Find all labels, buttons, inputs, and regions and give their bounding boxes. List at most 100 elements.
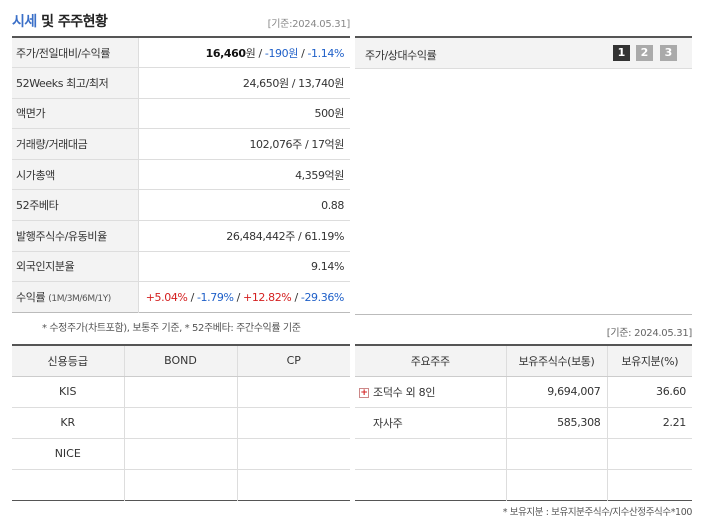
summary-label: 액면가 [12, 98, 139, 130]
chart-panel-title: 주가/상대수익률 [365, 49, 437, 62]
holder-name [355, 469, 507, 500]
table-row: NICE [12, 438, 350, 470]
section-title-rest: 및 주주현황 [36, 14, 108, 30]
holder-pct: 2.21 [607, 407, 692, 439]
summary-row: 발행주식수/유동비율 26,484,442주 / 61.19% [12, 220, 350, 252]
credit-agency: KR [12, 407, 125, 439]
section-title: 시세 및 주주현황 [12, 11, 108, 31]
credit-agency: KIS [12, 376, 125, 408]
credit-cp [237, 376, 350, 408]
daily-change-pct: -1.14% [307, 46, 344, 60]
return-1m: +5.04% [145, 290, 188, 304]
price-change-value: 16,460원 / -190원 / -1.14% [138, 37, 350, 69]
section-title-accent: 시세 [12, 14, 37, 30]
summary-label: 52Weeks 최고/최저 [12, 67, 139, 99]
credit-bond [124, 438, 238, 470]
summary-label: 외국인지분율 [12, 251, 139, 283]
separator: / [187, 290, 197, 304]
summary-row: 액면가 500원 [12, 98, 350, 130]
credit-cp [237, 469, 350, 500]
holder-pct: 36.60 [607, 376, 692, 408]
credit-agency: NICE [12, 438, 125, 470]
holders-header: 주요주주 [355, 345, 507, 377]
holders-base-date: [기준: 2024.05.31] [606, 328, 693, 339]
table-row: + 조덕수 외 8인 9,694,007 36.60 [355, 376, 692, 408]
holders-header: 보유지분(%) [607, 345, 692, 377]
chart-page-3-button[interactable]: 3 [660, 45, 677, 61]
holders-header-row: 주요주주 보유주식수(보통) 보유지분(%) [355, 345, 692, 377]
credit-bond [124, 469, 238, 500]
holder-shares [506, 438, 608, 470]
summary-row: 외국인지분율 9.14% [12, 251, 350, 283]
holder-pct [607, 469, 692, 500]
table-row [355, 438, 692, 470]
credit-cp [237, 438, 350, 470]
credit-bond [124, 407, 238, 439]
summary-label: 발행주식수/유동비율 [12, 220, 139, 252]
summary-value: 24,650원 / 13,740원 [138, 67, 350, 99]
return-3m: -1.79% [196, 290, 234, 304]
credit-bond [124, 376, 238, 408]
credit-header: BOND [124, 345, 238, 377]
summary-label: 시가총액 [12, 159, 139, 191]
returns-label: 수익률 [16, 291, 46, 305]
table-row: KR [12, 407, 350, 439]
summary-footnote: * 수정주가(차트포함), 보통주 기준, * 52주베타: 주간수익률 기준 [42, 323, 301, 334]
summary-row: 수익률 (1M/3M/6M/1Y) +5.04% / -1.79% / +12.… [12, 281, 350, 313]
summary-value: 102,076주 / 17억원 [138, 128, 350, 160]
holder-name [355, 438, 507, 470]
expand-plus-icon[interactable]: + [359, 387, 369, 398]
summary-value: 4,359억원 [138, 159, 350, 191]
table-row: 자사주 585,308 2.21 [355, 407, 692, 439]
summary-row: 시가총액 4,359억원 [12, 159, 350, 191]
chart-page-1-button[interactable]: 1 [613, 45, 630, 61]
summary-row: 52주베타 0.88 [12, 189, 350, 222]
separator: / [255, 46, 265, 60]
chart-panel: 주가/상대수익률 1 2 3 [355, 36, 692, 315]
separator: / [233, 290, 243, 304]
holder-name-cell: + 조덕수 외 8인 [355, 376, 507, 408]
summary-label: 52주베타 [12, 189, 139, 222]
summary-value: 26,484,442주 / 61.19% [138, 220, 350, 252]
base-date: [기준:2024.05.31] [267, 19, 351, 30]
returns-periods: (1M/3M/6M/1Y) [48, 294, 111, 305]
credit-rating-table: 신용등급 BOND CP KIS KR NICE [12, 344, 350, 501]
holders-header: 보유주식수(보통) [506, 345, 608, 377]
table-row [355, 469, 692, 500]
returns-value: +5.04% / -1.79% / +12.82% / -29.36% [138, 282, 350, 313]
summary-label: 수익률 (1M/3M/6M/1Y) [12, 281, 139, 313]
price-summary-table: 주가/전일대비/수익률 16,460원 / -190원 / -1.14% 52W… [12, 36, 350, 313]
chart-panel-header: 주가/상대수익률 1 2 3 [355, 38, 692, 69]
summary-row: 거래량/거래대금 102,076주 / 17억원 [12, 128, 350, 160]
table-row: KIS [12, 376, 350, 408]
separator: / [291, 290, 301, 304]
summary-value: 500원 [138, 98, 350, 130]
summary-label: 주가/전일대비/수익률 [12, 37, 139, 69]
return-1y: -29.36% [300, 290, 345, 304]
holder-name: 자사주 [355, 407, 507, 439]
summary-value: 0.88 [138, 189, 350, 222]
chart-page-2-button[interactable]: 2 [636, 45, 653, 61]
credit-header: 신용등급 [12, 345, 125, 377]
table-row [12, 469, 350, 500]
credit-cp [237, 407, 350, 439]
return-6m: +12.82% [243, 290, 292, 304]
section-header: 시세 및 주주현황 [기준:2024.05.31] [12, 10, 350, 34]
credit-header: CP [237, 345, 350, 377]
summary-label: 거래량/거래대금 [12, 128, 139, 160]
holder-pct [607, 438, 692, 470]
holder-shares [506, 469, 608, 500]
holders-footnote: * 보유지분 : 보유지분주식수/지수산정주식수*100 [502, 507, 693, 518]
daily-change: -190원 [264, 46, 298, 60]
summary-value: 9.14% [138, 251, 350, 283]
holder-shares: 585,308 [506, 407, 608, 439]
summary-row: 52Weeks 최고/최저 24,650원 / 13,740원 [12, 67, 350, 99]
price-unit: 원 [245, 46, 256, 60]
holder-name: 조덕수 외 8인 [373, 385, 436, 399]
current-price: 16,460 [205, 46, 246, 60]
credit-agency [12, 469, 125, 500]
summary-row: 주가/전일대비/수익률 16,460원 / -190원 / -1.14% [12, 37, 350, 69]
credit-header-row: 신용등급 BOND CP [12, 345, 350, 377]
holder-shares: 9,694,007 [506, 376, 608, 408]
shareholders-table: 주요주주 보유주식수(보통) 보유지분(%) + 조덕수 외 8인 9,694,… [355, 344, 692, 501]
